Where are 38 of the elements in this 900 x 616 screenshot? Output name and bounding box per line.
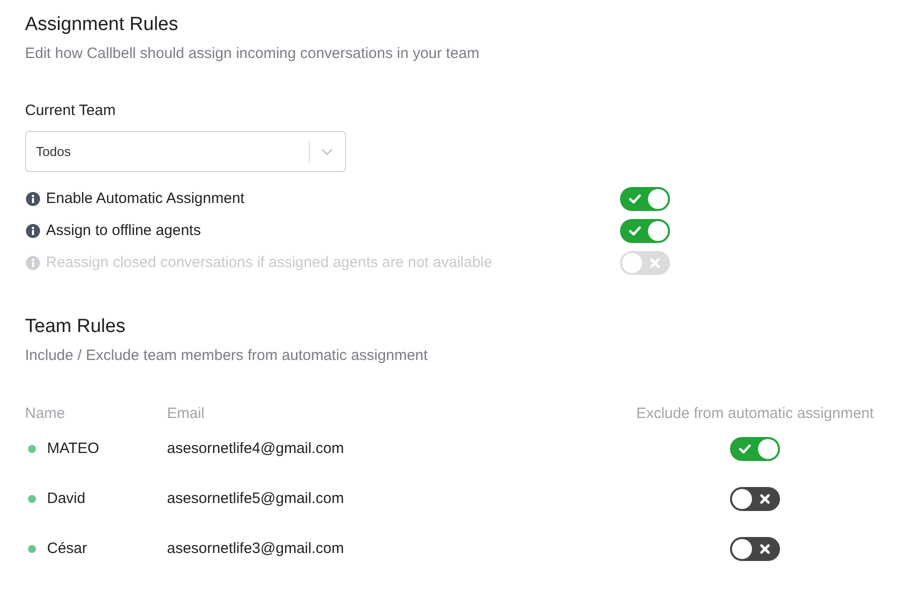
member-name: MATEO: [47, 439, 100, 459]
toggle-knob: [732, 539, 752, 559]
member-email: asesornetlife3@gmail.com: [167, 539, 344, 559]
info-icon: [26, 224, 40, 238]
member-name: César: [47, 539, 88, 559]
section-title: Team Rules: [25, 315, 126, 339]
toggle-switch[interactable]: [730, 537, 780, 561]
toggle-switch[interactable]: [730, 437, 780, 461]
section-description: Edit how Callbell should assign incoming conversations in your team: [25, 44, 480, 64]
toggle-knob: [758, 439, 778, 459]
section-description: Include / Exclude team members from automatic assignment: [25, 346, 429, 366]
toggle-switch[interactable]: [620, 219, 670, 243]
section-title: Assignment Rules: [25, 13, 180, 37]
info-icon: [26, 192, 40, 206]
team-select[interactable]: Todos: [25, 131, 346, 172]
check-icon: [629, 226, 641, 236]
toggle-knob: [732, 489, 752, 509]
column-header: Name: [25, 404, 66, 424]
toggle-switch[interactable]: [620, 187, 670, 211]
check-icon: [629, 194, 641, 204]
toggle-switch[interactable]: [730, 487, 780, 511]
member-email: asesornetlife5@gmail.com: [167, 489, 344, 509]
member-name: David: [47, 489, 86, 509]
field-label: Current Team: [25, 101, 117, 121]
toggle-knob: [648, 221, 668, 241]
column-header: Email: [167, 404, 206, 424]
toggle-knob: [648, 189, 668, 209]
x-icon: [650, 258, 660, 268]
setting-label: Assign to offline agents: [46, 221, 201, 241]
chevron-down-icon: [321, 148, 333, 156]
x-icon: [760, 494, 770, 504]
member-email: asesornetlife4@gmail.com: [167, 439, 344, 459]
setting-label: Enable Automatic Assignment: [46, 189, 244, 209]
toggle-knob: [622, 253, 642, 273]
check-icon: [739, 444, 751, 454]
info-icon: [26, 256, 40, 270]
column-header: Exclude from automatic assignment: [635, 404, 875, 424]
x-icon: [760, 544, 770, 554]
